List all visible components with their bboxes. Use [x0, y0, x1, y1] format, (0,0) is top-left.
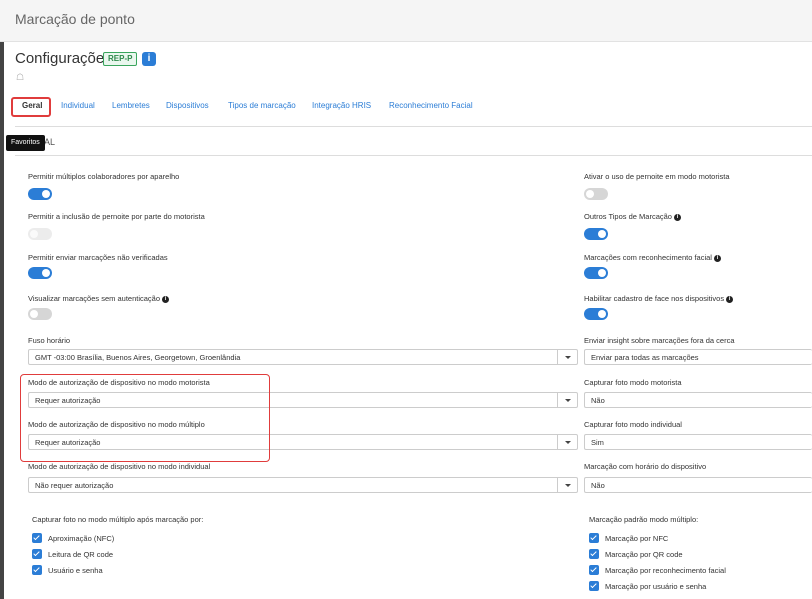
- tab-dispositivos[interactable]: Dispositivos: [166, 101, 209, 110]
- toggle-multiplos-colaboradores[interactable]: [28, 188, 52, 200]
- toggle-pernoite-modo-motorista[interactable]: [584, 188, 608, 200]
- checkbox-label: Marcação por usuário e senha: [605, 582, 707, 591]
- autorizacao-individual-select[interactable]: Não requer autorização: [28, 477, 578, 493]
- tab-lembretes[interactable]: Lembretes: [112, 101, 150, 110]
- checkbox-marcacao-nfc[interactable]: [589, 533, 599, 543]
- favorites-tooltip: Favoritos: [6, 135, 45, 151]
- info-icon[interactable]: i: [162, 295, 170, 303]
- checkbox-usuario-senha[interactable]: [32, 565, 42, 575]
- toggle-pernoite-motorista[interactable]: [28, 228, 52, 240]
- toggle-label: Outros Tipos de Marcação: [584, 212, 672, 221]
- divider: [15, 155, 812, 156]
- rep-p-badge: REP-P: [103, 52, 138, 66]
- toggle-label: Visualizar marcações sem autenticação: [28, 294, 161, 303]
- highlight-box: [20, 374, 270, 462]
- active-tab-highlight: [11, 97, 51, 117]
- checkbox-marcacao-usuario[interactable]: [589, 581, 599, 591]
- select-value: Sim: [591, 438, 604, 447]
- select-label: Capturar foto modo motorista: [584, 378, 682, 387]
- checkbox-nfc[interactable]: [32, 533, 42, 543]
- checkbox-label: Marcação por NFC: [605, 534, 669, 543]
- tab-reconhecimento-facial[interactable]: Reconhecimento Facial: [389, 101, 473, 110]
- toggle-marcacoes-nao-verificadas[interactable]: [28, 267, 52, 279]
- toggle-cadastro-face[interactable]: [584, 308, 608, 320]
- select-value: Não requer autorização: [35, 481, 114, 490]
- toggle-label: Permitir enviar marcações não verificada…: [28, 253, 168, 262]
- select-label: Fuso horário: [28, 336, 71, 345]
- select-value: Enviar para todas as marcações: [591, 353, 699, 362]
- info-icon[interactable]: i: [713, 254, 721, 262]
- checkbox-label: Marcação por QR code: [605, 550, 683, 559]
- toggle-label-with-info: Marcações com reconhecimento facial i: [584, 253, 721, 262]
- toggle-label-with-info: Outros Tipos de Marcação i: [584, 212, 681, 221]
- home-icon[interactable]: ☖: [16, 72, 24, 83]
- tab-individual[interactable]: Individual: [61, 101, 95, 110]
- tab-integracao-hris[interactable]: Integração HRIS: [312, 101, 371, 110]
- toggle-label: Ativar o uso de pernoite em modo motoris…: [584, 172, 730, 181]
- checkbox-qr-code[interactable]: [32, 549, 42, 559]
- checkbox-label: Leitura de QR code: [48, 550, 114, 559]
- info-icon[interactable]: i: [142, 52, 156, 66]
- tab-tipos-de-marcacao[interactable]: Tipos de marcação: [228, 101, 296, 110]
- horario-dispositivo-select[interactable]: Não: [584, 477, 812, 493]
- section-title: AL: [44, 137, 56, 147]
- toggle-label: Permitir a inclusão de pernoite por part…: [28, 212, 205, 221]
- fuso-horario-select[interactable]: GMT -03:00 Brasília, Buenos Aires, Georg…: [28, 349, 578, 365]
- chevron-down-icon[interactable]: [557, 478, 577, 492]
- toggle-label-with-info: Habilitar cadastro de face nos dispositi…: [584, 294, 734, 303]
- app-title: Marcação de ponto: [15, 11, 135, 27]
- select-value: Não: [591, 481, 605, 490]
- select-value: Não: [591, 396, 605, 405]
- toggle-label-with-info: Visualizar marcações sem autenticação i: [28, 294, 170, 303]
- chevron-down-icon[interactable]: [557, 435, 577, 449]
- checkbox-label: Usuário e senha: [48, 566, 103, 575]
- select-label: Enviar insight sobre marcações fora da c…: [584, 336, 735, 345]
- chevron-down-icon[interactable]: [557, 393, 577, 407]
- checkbox-label: Aproximação (NFC): [48, 534, 115, 543]
- insight-cerca-select[interactable]: Enviar para todas as marcações: [584, 349, 812, 365]
- checkbox-group-title: Marcação padrão modo múltiplo:: [589, 515, 699, 524]
- checkbox-marcacao-facial[interactable]: [589, 565, 599, 575]
- toggle-label: Habilitar cadastro de face nos dispositi…: [584, 294, 725, 303]
- select-label: Modo de autorização de dispositivo no mo…: [28, 462, 211, 471]
- checkbox-label: Marcação por reconhecimento facial: [605, 566, 726, 575]
- app-header: Marcação de ponto: [0, 0, 812, 42]
- chevron-down-icon[interactable]: [557, 350, 577, 364]
- foto-individual-select[interactable]: Sim: [584, 434, 812, 450]
- info-icon[interactable]: i: [673, 213, 681, 221]
- page-title: Configurações: [15, 50, 112, 67]
- toggle-label: Marcações com reconhecimento facial: [584, 253, 712, 262]
- toggle-outros-tipos[interactable]: [584, 228, 608, 240]
- checkbox-marcacao-qr[interactable]: [589, 549, 599, 559]
- select-label: Capturar foto modo individual: [584, 420, 682, 429]
- toggle-label: Permitir múltiplos colaboradores por apa…: [28, 172, 180, 181]
- select-value: GMT -03:00 Brasília, Buenos Aires, Georg…: [35, 353, 241, 362]
- toggle-sem-autenticacao[interactable]: [28, 308, 52, 320]
- info-icon[interactable]: i: [726, 295, 734, 303]
- toggle-reconhecimento-facial[interactable]: [584, 267, 608, 279]
- tab-bar: Geral Individual Lembretes Dispositivos …: [0, 98, 812, 120]
- select-label: Marcação com horário do dispositivo: [584, 462, 707, 471]
- checkbox-group-title: Capturar foto no modo múltiplo após marc…: [32, 515, 204, 524]
- foto-motorista-select[interactable]: Não: [584, 392, 812, 408]
- divider: [15, 126, 812, 127]
